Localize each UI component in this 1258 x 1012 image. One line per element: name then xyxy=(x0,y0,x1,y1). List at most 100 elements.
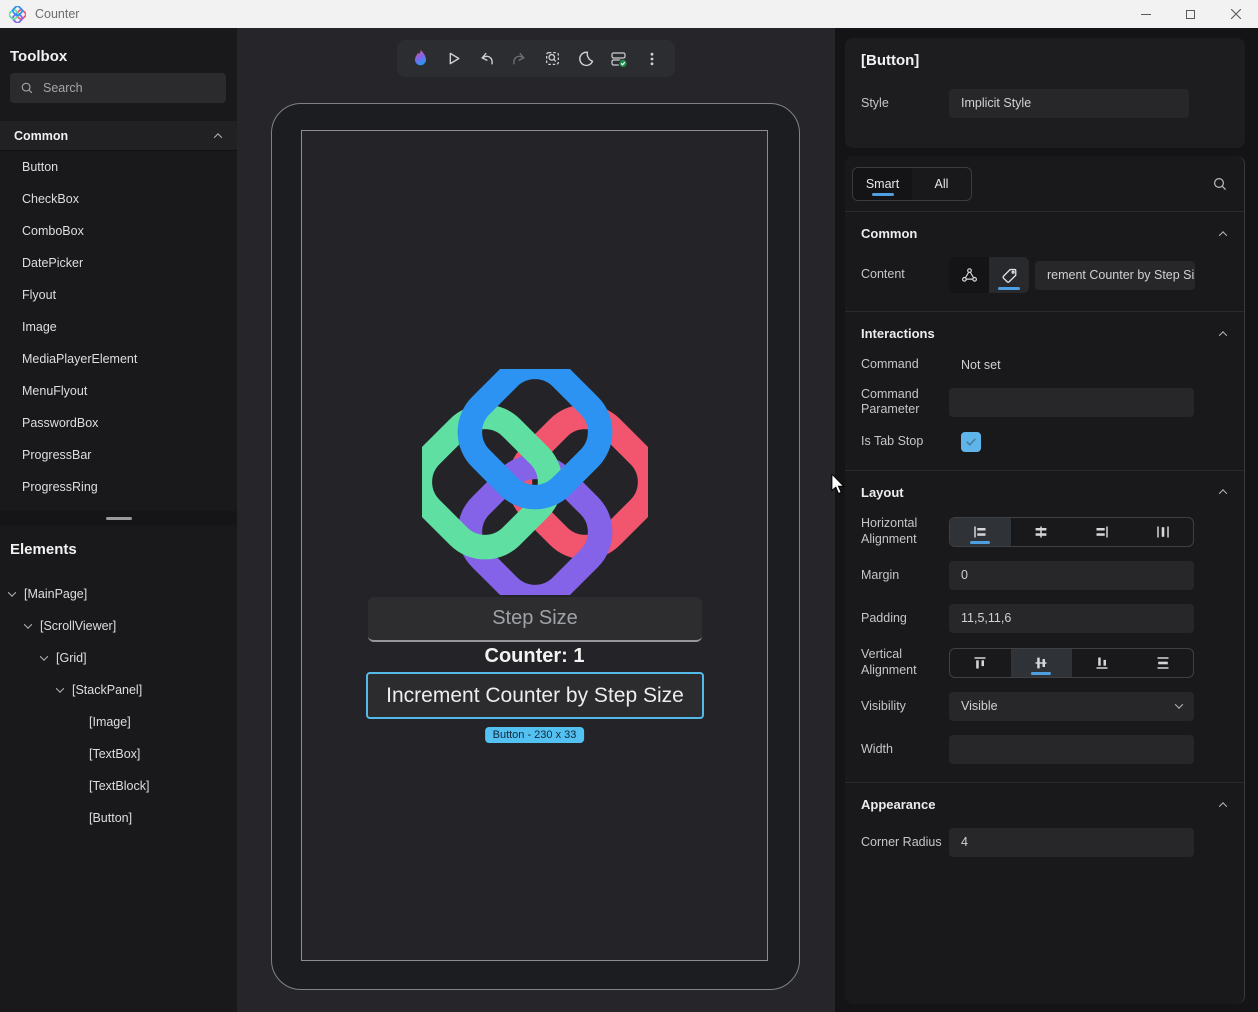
chevron-up-icon xyxy=(1218,802,1228,811)
section-common-header[interactable]: Common xyxy=(845,226,1244,241)
align-right-icon xyxy=(1096,526,1108,537)
toolbox-item-button[interactable]: Button xyxy=(0,151,237,183)
tree-item-button[interactable]: [Button] xyxy=(0,802,237,834)
visibility-select[interactable]: Visible xyxy=(949,692,1194,722)
app-logo-icon xyxy=(9,5,26,23)
search-icon xyxy=(21,82,33,94)
horizontal-alignment-label: Horizontal Alignment xyxy=(861,515,918,546)
margin-input[interactable]: 0 xyxy=(949,561,1194,591)
align-bottom-icon xyxy=(1096,657,1108,669)
chevron-down-icon[interactable] xyxy=(7,588,17,597)
uno-logo-image[interactable] xyxy=(421,369,648,595)
toolbox-item-image[interactable]: Image xyxy=(0,311,237,343)
h-align-right-button[interactable] xyxy=(1072,518,1133,546)
toolbox-item-mediaplayerelement[interactable]: MediaPlayerElement xyxy=(0,343,237,375)
toolbox-item-menuflyout[interactable]: MenuFlyout xyxy=(0,375,237,407)
h-align-left-button[interactable] xyxy=(950,517,1011,546)
toolbox-search-input[interactable]: Search xyxy=(10,73,226,103)
window-titlebar: Counter xyxy=(0,0,1258,28)
search-placeholder: Search xyxy=(43,81,83,95)
mouse-cursor xyxy=(831,474,845,495)
window-title: Counter xyxy=(35,7,80,21)
command-parameter-input[interactable] xyxy=(949,387,1194,417)
toolbox-item-progressbar[interactable]: ProgressBar xyxy=(0,439,237,471)
dark-mode-moon-icon[interactable] xyxy=(572,45,599,72)
toolbox-section-common[interactable]: Common xyxy=(0,121,237,151)
margin-label: Margin xyxy=(861,567,900,582)
toolbox-item-flyout[interactable]: Flyout xyxy=(0,279,237,311)
active-align-underline xyxy=(970,540,991,544)
h-align-center-button[interactable] xyxy=(1011,518,1072,546)
toolbox-item-combobox[interactable]: ComboBox xyxy=(0,215,237,247)
panel-splitter[interactable] xyxy=(0,511,237,525)
step-size-textbox[interactable]: Step Size xyxy=(368,597,702,642)
visibility-label: Visibility xyxy=(861,699,906,714)
toolbox-item-datepicker[interactable]: DatePicker xyxy=(0,247,237,279)
selected-element-card: [Button] Style Implicit Style xyxy=(845,38,1245,148)
properties-search-icon[interactable] xyxy=(1212,176,1228,192)
maximize-button[interactable] xyxy=(1168,0,1213,28)
server-status-ok-icon[interactable] xyxy=(605,45,632,72)
minimize-button[interactable] xyxy=(1123,0,1168,28)
hot-reload-flame-icon[interactable] xyxy=(407,45,434,72)
chevron-down-icon[interactable] xyxy=(55,684,65,693)
toolbox-item-passwordbox[interactable]: PasswordBox xyxy=(0,407,237,439)
section-appearance-header[interactable]: Appearance xyxy=(845,797,1244,812)
v-align-bottom-button[interactable] xyxy=(1072,649,1133,677)
increment-button-selected[interactable]: Increment Counter by Step Size xyxy=(366,672,704,719)
v-align-stretch-button[interactable] xyxy=(1132,649,1193,677)
horizontal-alignment-group xyxy=(949,516,1194,547)
section-interactions-header[interactable]: Interactions xyxy=(845,326,1244,341)
active-align-underline xyxy=(1031,671,1052,675)
v-align-center-button[interactable] xyxy=(1010,648,1072,677)
tree-item-image[interactable]: [Image] xyxy=(0,706,237,738)
zoom-region-icon[interactable] xyxy=(539,45,566,72)
section-layout-header[interactable]: Layout xyxy=(845,485,1244,500)
tree-item-mainpage[interactable]: [MainPage] xyxy=(0,578,237,610)
width-input[interactable] xyxy=(949,735,1194,765)
padding-input[interactable]: 11,5,11,6 xyxy=(949,604,1194,634)
chevron-up-icon xyxy=(213,132,223,142)
corner-radius-label: Corner Radius xyxy=(861,835,942,850)
section-interactions: Interactions Command Not set Command Par… xyxy=(845,311,1244,470)
counter-textblock: Counter: 1 xyxy=(484,645,585,667)
corner-radius-input[interactable]: 4 xyxy=(949,828,1194,858)
content-input[interactable]: rement Counter by Step Size xyxy=(1035,260,1195,290)
tree-item-grid[interactable]: [Grid] xyxy=(0,642,237,674)
h-align-stretch-button[interactable] xyxy=(1132,518,1193,546)
device-screen: Step Size Counter: 1 Increment Counter b… xyxy=(301,130,768,961)
undo-icon[interactable] xyxy=(473,45,500,72)
is-tab-stop-checkbox[interactable] xyxy=(961,431,981,452)
design-canvas: Step Size Counter: 1 Increment Counter b… xyxy=(237,28,845,1012)
section-common: Common Content rement Counter by Step Si… xyxy=(845,211,1244,311)
binding-icon xyxy=(961,267,977,282)
tree-item-textblock[interactable]: [TextBlock] xyxy=(0,770,237,802)
toolbox-item-progressring[interactable]: ProgressRing xyxy=(0,471,237,503)
content-literal-toggle[interactable] xyxy=(989,257,1029,293)
tree-item-scrollviewer[interactable]: [ScrollViewer] xyxy=(0,610,237,642)
command-label: Command xyxy=(861,357,919,371)
tab-all[interactable]: All xyxy=(912,168,971,200)
vertical-alignment-group xyxy=(949,647,1194,678)
chevron-down-icon[interactable] xyxy=(39,652,49,661)
designer-toolbar xyxy=(397,40,675,77)
close-button[interactable] xyxy=(1213,0,1258,28)
tree-item-stackpanel[interactable]: [StackPanel] xyxy=(0,674,237,706)
tree-item-textbox[interactable]: [TextBox] xyxy=(0,738,237,770)
style-input[interactable]: Implicit Style xyxy=(949,89,1189,118)
v-align-top-button[interactable] xyxy=(950,649,1011,677)
chevron-down-icon[interactable] xyxy=(23,620,33,629)
redo-icon[interactable] xyxy=(506,45,533,72)
more-options-icon[interactable] xyxy=(638,45,665,72)
tab-smart[interactable]: Smart xyxy=(853,168,912,200)
toolbox-item-checkbox[interactable]: CheckBox xyxy=(0,183,237,215)
play-icon[interactable] xyxy=(440,45,467,72)
content-binding-toggle[interactable] xyxy=(949,257,989,293)
left-sidebar: Toolbox Search Common Button CheckBox Co… xyxy=(0,28,237,1012)
chevron-down-icon xyxy=(1174,700,1184,710)
stretch-h-icon xyxy=(1156,526,1169,537)
command-value[interactable]: Not set xyxy=(949,358,1001,372)
content-label: Content xyxy=(861,267,905,282)
chevron-up-icon xyxy=(1218,330,1228,340)
toolbox-title: Toolbox xyxy=(10,48,68,65)
